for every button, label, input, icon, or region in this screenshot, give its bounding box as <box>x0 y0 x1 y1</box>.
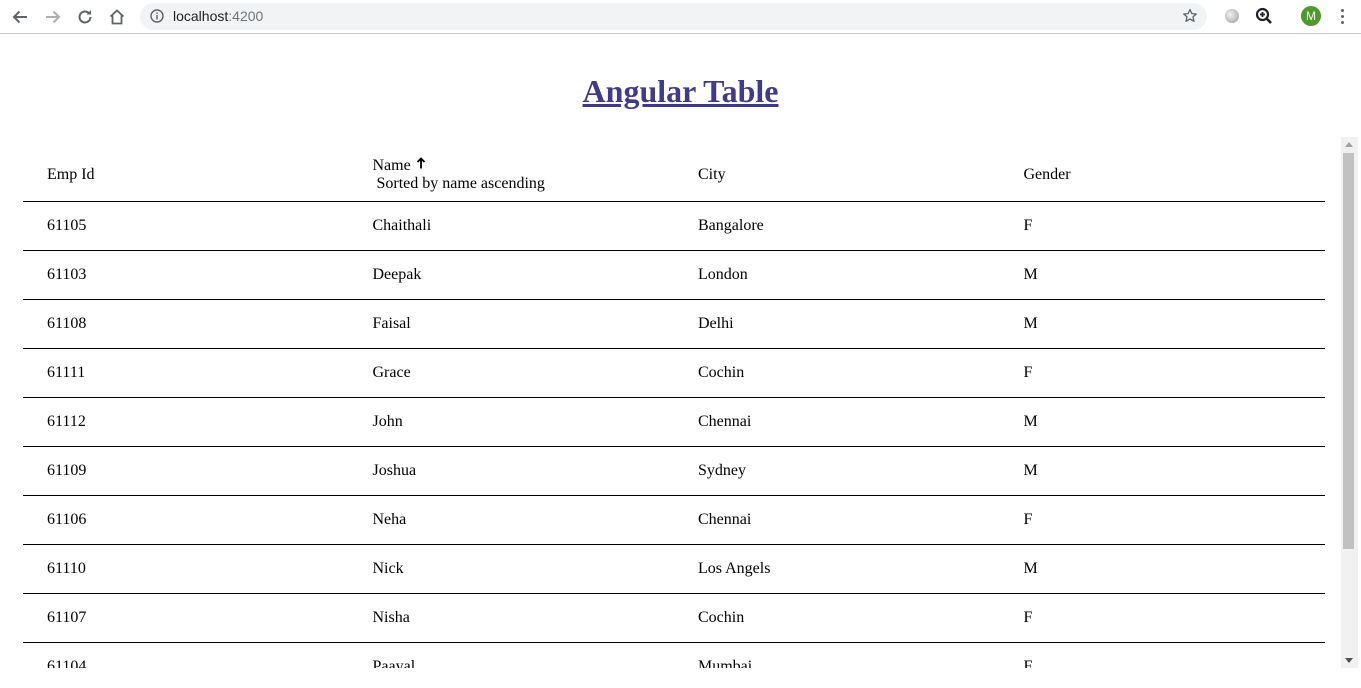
arrow-right-icon <box>46 10 61 24</box>
cell-city: Bangalore <box>674 201 1000 251</box>
cell-city: Los Angels <box>674 544 1000 594</box>
cell-gender: M <box>999 250 1325 300</box>
cell-gender: M <box>999 397 1325 447</box>
table-row: 61110 Nick Los Angels M <box>23 544 1325 594</box>
reload-button[interactable] <box>73 5 97 29</box>
scrollbar-thumb[interactable] <box>1343 153 1354 549</box>
cell-city: Cochin <box>674 348 1000 398</box>
cell-name: Joshua <box>348 446 674 496</box>
table-header-row: Emp Id Name Sorted by name ascending Cit… <box>23 149 1325 202</box>
cell-name: Grace <box>348 348 674 398</box>
cell-city: Chennai <box>674 397 1000 447</box>
scroll-down-arrow-icon[interactable] <box>1345 658 1353 663</box>
table-row: 61103 Deepak London M <box>23 250 1325 300</box>
page-title: Angular Table <box>582 73 779 109</box>
header-name-label: Name <box>372 157 411 175</box>
employee-table: Emp Id Name Sorted by name ascending Cit… <box>23 149 1325 668</box>
cell-gender: F <box>999 593 1325 643</box>
cell-name: Paayal <box>348 642 674 668</box>
home-button[interactable] <box>105 5 129 29</box>
table-row: 61111 Grace Cochin F <box>23 348 1325 398</box>
zoom-in-icon[interactable] <box>1255 7 1273 30</box>
cell-city: Sydney <box>674 446 1000 496</box>
cell-city: London <box>674 250 1000 300</box>
cell-city: Cochin <box>674 593 1000 643</box>
info-icon[interactable] <box>150 9 164 28</box>
browser-toolbar: localhost:4200 M <box>0 0 1361 34</box>
table-row: 61105 Chaithali Bangalore F <box>23 201 1325 251</box>
extension-icon[interactable] <box>1225 9 1239 23</box>
url-host: localhost <box>173 8 229 24</box>
sort-ascending-icon <box>416 156 426 174</box>
cell-city: Delhi <box>674 299 1000 349</box>
cell-name: John <box>348 397 674 447</box>
cell-gender: M <box>999 299 1325 349</box>
cell-name: Neha <box>348 495 674 545</box>
cell-emp-id: 61109 <box>23 446 349 496</box>
table-row: 61109 Joshua Sydney M <box>23 446 1325 496</box>
vertical-scrollbar[interactable] <box>1341 137 1358 668</box>
cell-gender: M <box>999 446 1325 496</box>
cell-city: Mumbai <box>674 642 1000 668</box>
forward-button[interactable] <box>41 5 65 29</box>
cell-emp-id: 61103 <box>23 250 349 300</box>
table-row: 61104 Paayal Mumbai F <box>23 642 1325 668</box>
cell-emp-id: 61108 <box>23 299 349 349</box>
more-vert-icon[interactable] <box>1336 8 1350 26</box>
header-gender[interactable]: Gender <box>999 149 1325 202</box>
url-text[interactable]: localhost:4200 <box>173 8 263 24</box>
cell-name: Nick <box>348 544 674 594</box>
table-row: 61107 Nisha Cochin F <box>23 593 1325 643</box>
cell-gender: F <box>999 348 1325 398</box>
cell-city: Chennai <box>674 495 1000 545</box>
cell-emp-id: 61110 <box>23 544 349 594</box>
arrow-left-icon <box>12 10 27 24</box>
table-row: 61108 Faisal Delhi M <box>23 299 1325 349</box>
cell-name: Deepak <box>348 250 674 300</box>
reload-icon <box>78 10 92 24</box>
cell-emp-id: 61111 <box>23 348 349 398</box>
header-emp-id[interactable]: Emp Id <box>23 149 349 202</box>
cell-name: Nisha <box>348 593 674 643</box>
table-row: 61106 Neha Chennai F <box>23 495 1325 545</box>
cell-gender: M <box>999 544 1325 594</box>
back-button[interactable] <box>8 5 32 29</box>
header-name[interactable]: Name Sorted by name ascending <box>348 149 674 202</box>
header-city[interactable]: City <box>674 149 1000 202</box>
cell-gender: F <box>999 642 1325 668</box>
avatar[interactable]: M <box>1301 6 1321 26</box>
cell-emp-id: 61112 <box>23 397 349 447</box>
url-port: :4200 <box>228 8 264 24</box>
cell-name: Faisal <box>348 299 674 349</box>
scroll-up-arrow-icon[interactable] <box>1345 142 1353 147</box>
cell-emp-id: 61107 <box>23 593 349 643</box>
cell-name: Chaithali <box>348 201 674 251</box>
address-bar[interactable]: localhost:4200 <box>140 3 1207 30</box>
cell-gender: F <box>999 201 1325 251</box>
cell-emp-id: 61104 <box>23 642 349 668</box>
home-icon <box>109 9 125 25</box>
cell-emp-id: 61106 <box>23 495 349 545</box>
sort-description: Sorted by name ascending <box>376 175 545 193</box>
cell-gender: F <box>999 495 1325 545</box>
star-icon[interactable] <box>1182 8 1198 29</box>
table-row: 61112 John Chennai M <box>23 397 1325 447</box>
cell-emp-id: 61105 <box>23 201 349 251</box>
page-content: Angular Table Emp Id Name Sorted by name… <box>0 35 1340 668</box>
